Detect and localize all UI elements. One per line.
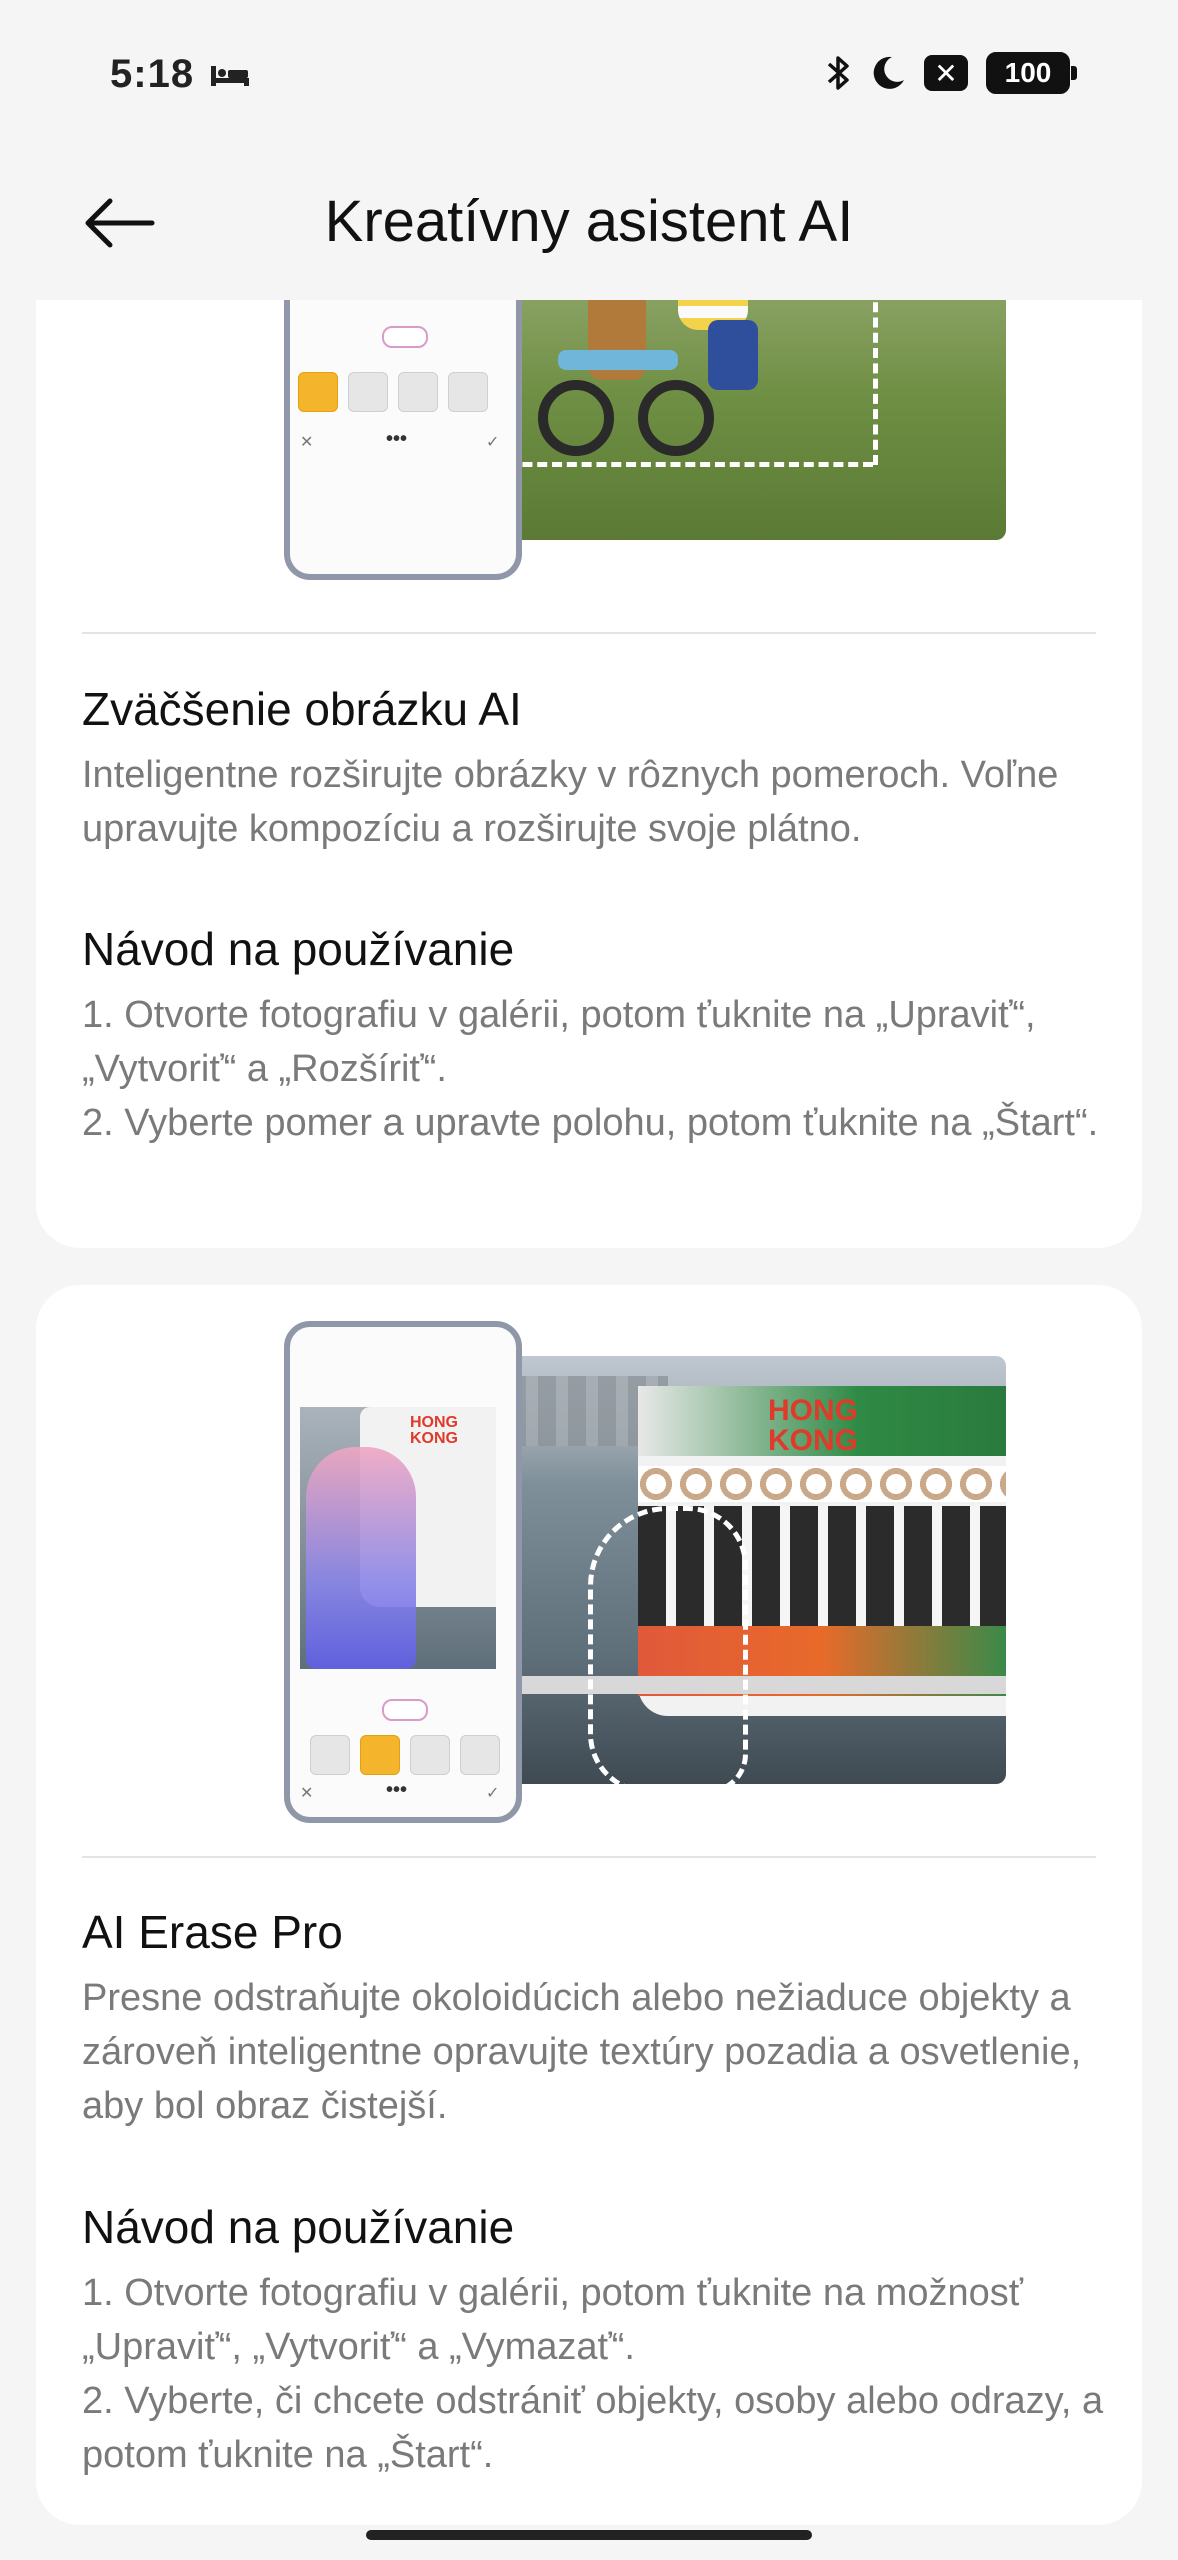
x-badge-icon: ✕ bbox=[924, 55, 968, 91]
moon-icon bbox=[873, 56, 904, 89]
status-time: 5:18 bbox=[110, 52, 195, 96]
ferry-sign-line-2: KONG bbox=[768, 1424, 858, 1457]
feature-title: Zväčšenie obrázku AI bbox=[82, 683, 522, 735]
bluetooth-icon bbox=[827, 56, 849, 90]
divider bbox=[82, 1856, 1096, 1858]
howto-step-2: 2. Vyberte pomer a upravte polohu, potom… bbox=[82, 1102, 1099, 1144]
feature-title: AI Erase Pro bbox=[82, 1906, 343, 1958]
divider bbox=[82, 632, 1096, 634]
feature-card-ai-erase: HONG KONG HONG KONG ✕ ••• ✓ AI Erase Pro … bbox=[36, 1285, 1142, 2525]
status-icons: ✕ 100 bbox=[826, 52, 1077, 94]
ferry-sign-line-1: HONG bbox=[768, 1394, 858, 1427]
battery-level: 100 bbox=[1004, 57, 1052, 88]
howto-step-2: 2. Vyberte, či chcete odstrániť objekty,… bbox=[82, 2380, 1104, 2476]
bed-icon bbox=[211, 66, 249, 86]
howto-title: Návod na používanie bbox=[82, 2201, 515, 2253]
page-title: Kreatívny asistent AI bbox=[324, 189, 854, 254]
feature-description: Presne odstraňujte okoloidúcich alebo ne… bbox=[82, 1977, 1082, 2127]
erase-phone-mockup: HONG KONG ✕ ••• ✓ bbox=[284, 1321, 522, 1823]
howto-title: Návod na používanie bbox=[82, 923, 515, 975]
erase-scene-photo: HONG KONG bbox=[478, 1356, 1006, 1784]
howto-step-1: 1. Otvorte fotografiu v galérii, potom ť… bbox=[82, 2272, 1023, 2368]
battery-icon: 100 bbox=[986, 52, 1077, 94]
feature-card-ai-expand: ✕ ••• ✓ Zväčšenie obrázku AI Inteligentn… bbox=[36, 180, 1142, 1248]
howto-step-1: 1. Otvorte fotografiu v galérii, potom ť… bbox=[82, 994, 1036, 1090]
ai-erase-illustration: HONG KONG HONG KONG ✕ ••• ✓ bbox=[250, 1321, 1030, 1823]
status-bar: 5:18 ✕ 100 bbox=[0, 0, 1178, 150]
home-indicator[interactable] bbox=[366, 2530, 812, 2540]
feature-description: Inteligentne rozširujte obrázky v rôznyc… bbox=[82, 754, 1059, 850]
